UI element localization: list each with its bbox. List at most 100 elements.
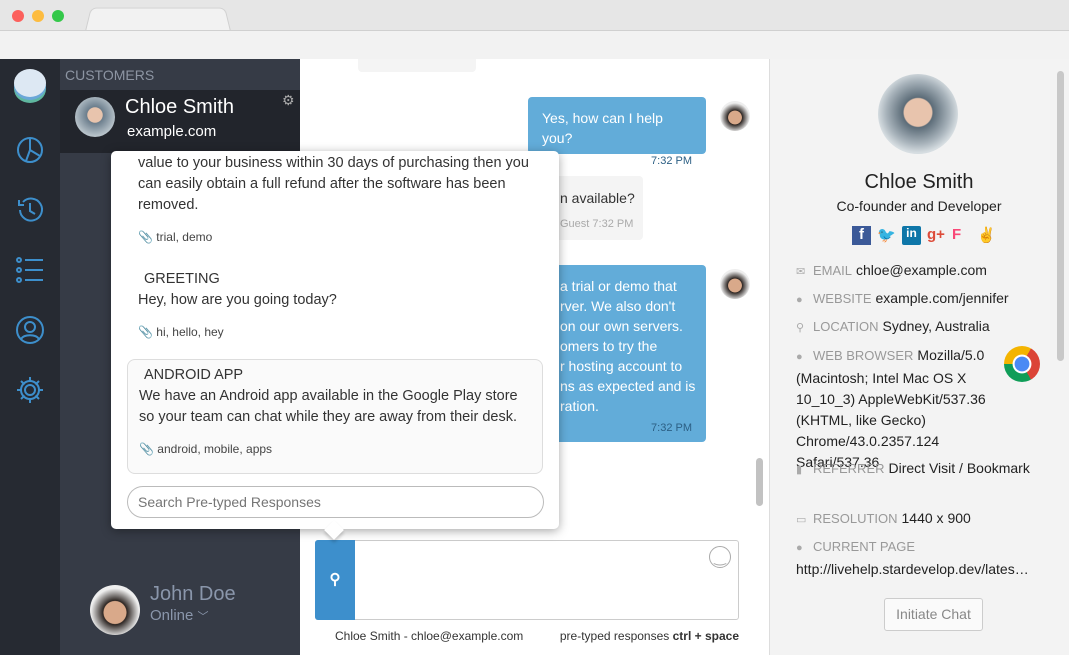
- globe-icon: ●: [796, 294, 803, 306]
- current-page-label: CURRENT PAGE: [813, 539, 916, 554]
- globe-icon: ●: [796, 351, 803, 363]
- response-title: GREETING: [144, 271, 220, 287]
- visitor-role: Co-founder and Developer: [836, 198, 1002, 214]
- customer-item-selected[interactable]: Chloe Smith example.com ⚙: [60, 90, 300, 153]
- guest-message: n available? Guest 7:32 PM: [550, 176, 643, 240]
- chat-scrollbar[interactable]: [756, 458, 763, 506]
- browser-value: Mozilla/5.0 (Macintosh; Intel Mac OS X 1…: [796, 347, 986, 470]
- customer-name: Chloe Smith: [125, 96, 234, 118]
- resolution-label: RESOLUTION: [813, 511, 898, 526]
- agent-avatar-small: [720, 269, 750, 299]
- referrer-label: REFERRER: [813, 461, 885, 476]
- customer-avatar: [75, 97, 115, 137]
- current-page-row: ● CURRENT PAGE http://livehelp.stardevelop…: [796, 536, 1046, 580]
- hint-text: pre-typed responses: [559, 629, 670, 643]
- bookmark-icon: ▮: [796, 464, 803, 476]
- response-item[interactable]: GREETING Hey, how are you going today? 📎…: [127, 269, 543, 343]
- website-row: ● WEBSITE example.com/jennifer: [796, 288, 1046, 311]
- resolution-row: ▭ RESOLUTION 1440 x 900: [796, 508, 1046, 531]
- envelope-icon: ✉: [796, 266, 806, 278]
- browser-label: WEB BROWSER: [813, 348, 914, 363]
- list-icon[interactable]: [15, 255, 45, 285]
- history-icon[interactable]: [15, 195, 45, 225]
- message-line: ration.: [560, 398, 599, 414]
- response-tags: hi, hello, hey: [156, 325, 224, 339]
- response-text: We have an Android app available in the …: [139, 388, 518, 425]
- emoji-button[interactable]: ‿: [709, 546, 731, 568]
- foursquare-icon[interactable]: F: [952, 226, 971, 245]
- email-label: EMAIL: [813, 263, 853, 278]
- pretyped-search-input[interactable]: [127, 486, 544, 518]
- response-title: ANDROID APP: [144, 367, 244, 383]
- referrer-row: ▮ REFERRER Direct Visit / Bookmark: [796, 458, 1046, 481]
- pie-chart-icon[interactable]: [15, 135, 45, 165]
- message-bubble: [358, 59, 476, 72]
- agent-name: John Doe: [150, 583, 236, 605]
- composer-customer-info: Chloe Smith - chloe@example.com: [335, 629, 524, 643]
- facebook-icon[interactable]: f: [852, 226, 871, 245]
- toolbar: [0, 30, 1069, 59]
- message-line: omers to try the: [560, 338, 658, 354]
- paperclip-icon: 📎: [138, 325, 153, 339]
- icon-sidebar: [0, 59, 60, 655]
- message-time: 7:32 PM: [651, 422, 692, 434]
- monitor-icon: ▭: [796, 514, 807, 526]
- close-window-button[interactable]: [12, 10, 24, 22]
- angellist-icon[interactable]: ✌: [977, 226, 996, 245]
- response-text: value to your business within 30 days of…: [138, 155, 529, 213]
- chrome-logo-icon: [1004, 346, 1040, 382]
- current-page-value[interactable]: http://livehelp.stardevelop.dev/lates…: [796, 561, 1029, 577]
- agent-status-dropdown[interactable]: Online ﹀: [150, 607, 209, 624]
- minimize-window-button[interactable]: [32, 10, 44, 22]
- browser-tab[interactable]: [84, 7, 232, 32]
- email-value[interactable]: chloe@example.com: [856, 262, 987, 278]
- paperclip-icon: 📎: [138, 230, 153, 244]
- settings-gear-icon[interactable]: ⚙: [282, 92, 295, 109]
- message-line: ns as expected and is: [560, 378, 696, 394]
- initiate-chat-button[interactable]: Initiate Chat: [884, 598, 983, 631]
- search-icon: ⚲: [329, 571, 341, 588]
- map-pin-icon: ⚲: [796, 322, 805, 334]
- message-text: Yes, how can I help you?: [542, 110, 663, 146]
- message-line: on our own servers.: [560, 318, 683, 334]
- gear-icon[interactable]: [15, 375, 45, 405]
- resolution-value: 1440 x 900: [901, 510, 971, 526]
- message-line: r hosting account to: [560, 358, 683, 374]
- shortcut-keys: ctrl + space: [672, 629, 739, 643]
- location-row: ⚲ LOCATION Sydney, Australia: [796, 316, 1046, 339]
- response-text: Hey, how are you going today?: [138, 292, 337, 308]
- message-line: rver. We also don't: [560, 298, 676, 314]
- referrer-value: Direct Visit / Bookmark: [888, 460, 1030, 476]
- visitor-avatar: [878, 74, 958, 154]
- logo-bubble-icon: [14, 69, 46, 105]
- paperclip-icon: 📎: [139, 442, 154, 456]
- customers-header: CUSTOMERS: [65, 67, 155, 83]
- agent-status: Online: [150, 607, 194, 624]
- response-item[interactable]: value to your business within 30 days of…: [127, 153, 543, 248]
- customer-site: example.com: [127, 123, 217, 140]
- message-text: n available?: [560, 190, 635, 206]
- google-plus-icon[interactable]: g+: [927, 226, 946, 245]
- pretyped-shortcut-hint: pre-typed responses ctrl + space: [560, 629, 739, 643]
- message-meta: Guest 7:32 PM: [560, 218, 634, 230]
- message-line: a trial or demo that: [560, 278, 677, 294]
- response-tags: trial, demo: [156, 230, 213, 244]
- visitor-info-panel: Chloe Smith Co-founder and Developer f 🐦…: [769, 59, 1069, 655]
- website-value[interactable]: example.com/jennifer: [876, 290, 1009, 306]
- agent-message: a trial or demo that rver. We also don't…: [550, 265, 706, 442]
- globe-icon: ●: [796, 542, 803, 554]
- website-label: WEBSITE: [813, 291, 872, 306]
- panel-scrollbar[interactable]: [1057, 71, 1064, 361]
- message-input[interactable]: ⚲ ‿: [315, 540, 739, 620]
- pretyped-responses-popup: value to your business within 30 days of…: [111, 151, 559, 540]
- chevron-down-icon: ﹀: [197, 611, 209, 623]
- maximize-window-button[interactable]: [52, 10, 64, 22]
- twitter-icon[interactable]: 🐦: [877, 226, 896, 245]
- location-label: LOCATION: [813, 319, 879, 334]
- response-item-selected[interactable]: ANDROID APP We have an Android app avail…: [127, 359, 543, 474]
- user-icon[interactable]: [15, 315, 45, 345]
- browser-row: ● WEB BROWSER Mozilla/5.0 (Macintosh; Inte…: [796, 345, 1016, 473]
- response-tags: android, mobile, apps: [157, 442, 273, 456]
- pretyped-search-button[interactable]: ⚲: [315, 540, 355, 620]
- linkedin-icon[interactable]: in: [902, 226, 921, 245]
